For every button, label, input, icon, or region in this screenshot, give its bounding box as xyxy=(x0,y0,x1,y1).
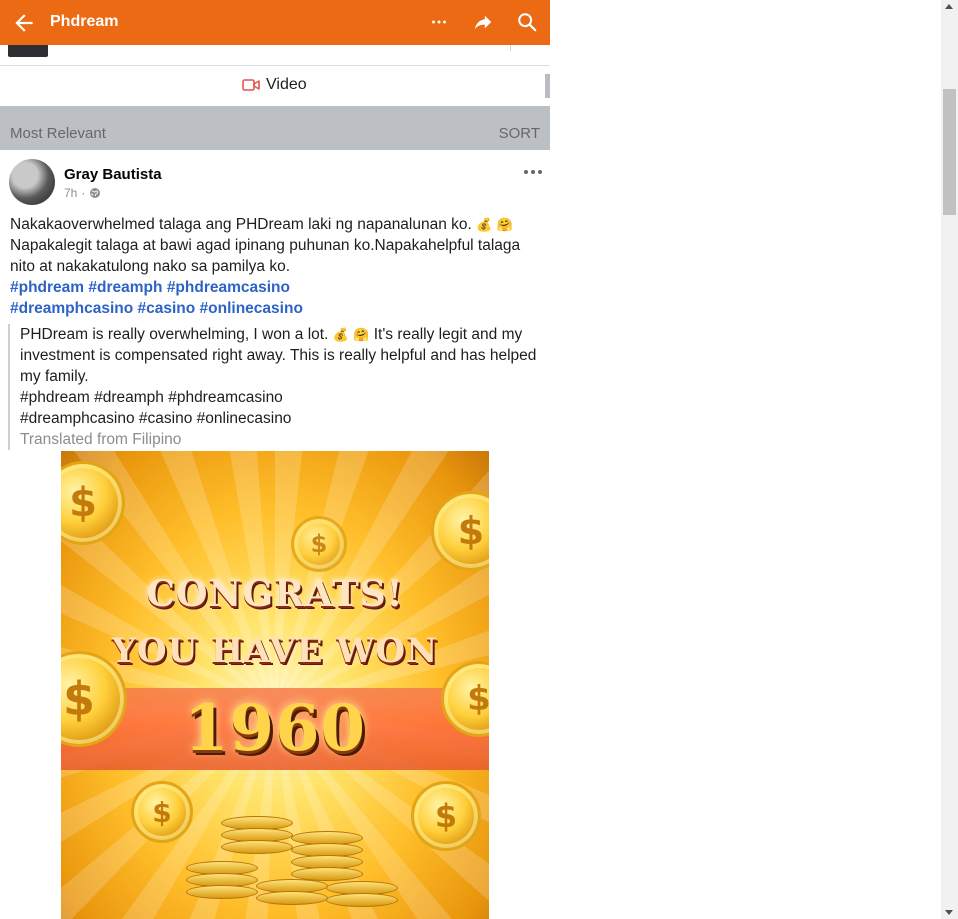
thumbnail-image xyxy=(8,45,48,57)
post-meta: 7h · xyxy=(64,186,101,200)
search-icon[interactable] xyxy=(516,11,538,33)
scroll-up-arrow-icon[interactable] xyxy=(945,4,953,9)
coin-symbol: $ xyxy=(152,795,172,829)
translation-hashtags-1: #phdream #dreamph #phdreamcasino xyxy=(20,389,283,407)
coin-stack xyxy=(326,893,398,907)
coin-icon: $ xyxy=(411,781,481,851)
coin-stack xyxy=(221,840,293,854)
coin-icon: $ xyxy=(291,516,347,572)
scrollbar-thumb[interactable] xyxy=(943,89,956,215)
globe-icon xyxy=(90,188,101,198)
meta-separator: · xyxy=(81,186,86,200)
image-headline-congrats: CONGRATS! xyxy=(146,573,404,615)
avatar[interactable] xyxy=(9,159,55,205)
hashtags-row-1: #phdream #dreamph #phdreamcasino xyxy=(10,277,540,298)
money-bag-emoji: 💰 xyxy=(332,327,349,343)
hashtag-link[interactable]: #onlinecasino xyxy=(200,300,303,317)
translation-source[interactable]: Translated from Filipino xyxy=(20,429,550,450)
coin-icon: $ xyxy=(131,781,193,843)
hugging-face-emoji: 🤗 xyxy=(496,217,513,233)
sort-bar: Most Relevant SORT xyxy=(0,106,550,150)
hashtag-link[interactable]: #phdream xyxy=(10,279,84,296)
page-title: Phdream xyxy=(50,13,119,30)
back-arrow-icon[interactable] xyxy=(11,10,37,36)
scroll-down-arrow-icon[interactable] xyxy=(945,910,953,915)
top-app-bar: Phdream xyxy=(0,0,550,45)
coin-stack xyxy=(256,891,328,905)
post-text-line2: Napakalegit talaga at bawi agad ipinang … xyxy=(10,237,521,276)
coin-symbol: $ xyxy=(69,480,97,526)
coin-stack xyxy=(186,885,258,899)
page-scrollbar[interactable] xyxy=(941,0,958,919)
more-icon[interactable] xyxy=(428,11,450,33)
post-image[interactable]: $ $ $ $ $ $ $ CONGRATS! YOU HAVE WON 196… xyxy=(61,451,489,919)
money-bag-emoji: 💰 xyxy=(476,217,493,233)
coin-symbol: $ xyxy=(434,797,458,835)
post-text-line1: Nakakaoverwhelmed talaga ang PHDream lak… xyxy=(10,216,472,233)
translation-block: PHDream is really overwhelming, I won a … xyxy=(8,324,550,451)
sort-mode-label: Most Relevant xyxy=(10,125,106,142)
sort-button[interactable]: SORT xyxy=(499,125,540,142)
translation-hashtags-2: #dreamphcasino #casino #onlinecasino xyxy=(20,410,292,428)
facebook-page-view: Phdream Video Most Relevant SORT Gray Ba… xyxy=(0,0,550,919)
hashtag-link[interactable]: #casino xyxy=(138,300,196,317)
share-icon[interactable] xyxy=(472,11,494,33)
image-win-amount: 1960 xyxy=(183,691,367,766)
hashtag-link[interactable]: #phdreamcasino xyxy=(167,279,290,296)
video-button[interactable]: Video xyxy=(242,76,307,94)
hashtags-row-2: #dreamphcasino #casino #onlinecasino xyxy=(10,298,540,319)
video-label: Video xyxy=(266,76,307,93)
image-headline-won: YOU HAVE WON xyxy=(111,631,439,671)
video-row-edge xyxy=(545,74,550,98)
previous-content-strip xyxy=(0,45,550,66)
hashtag-link[interactable]: #dreamph xyxy=(88,279,162,296)
post-time[interactable]: 7h xyxy=(64,186,77,200)
coin-symbol: $ xyxy=(457,509,485,553)
coin-symbol: $ xyxy=(310,530,328,558)
post-author[interactable]: Gray Bautista xyxy=(64,166,162,183)
hugging-face-emoji: 🤗 xyxy=(353,327,370,343)
divider xyxy=(510,45,511,51)
translation-text-a: PHDream is really overwhelming, I won a … xyxy=(20,326,329,343)
post-options-icon[interactable] xyxy=(522,164,544,180)
video-camera-icon xyxy=(242,79,260,91)
hashtag-link[interactable]: #dreamphcasino xyxy=(10,300,133,317)
post-body: Nakakaoverwhelmed talaga ang PHDream lak… xyxy=(10,214,540,319)
video-row: Video xyxy=(0,66,550,106)
